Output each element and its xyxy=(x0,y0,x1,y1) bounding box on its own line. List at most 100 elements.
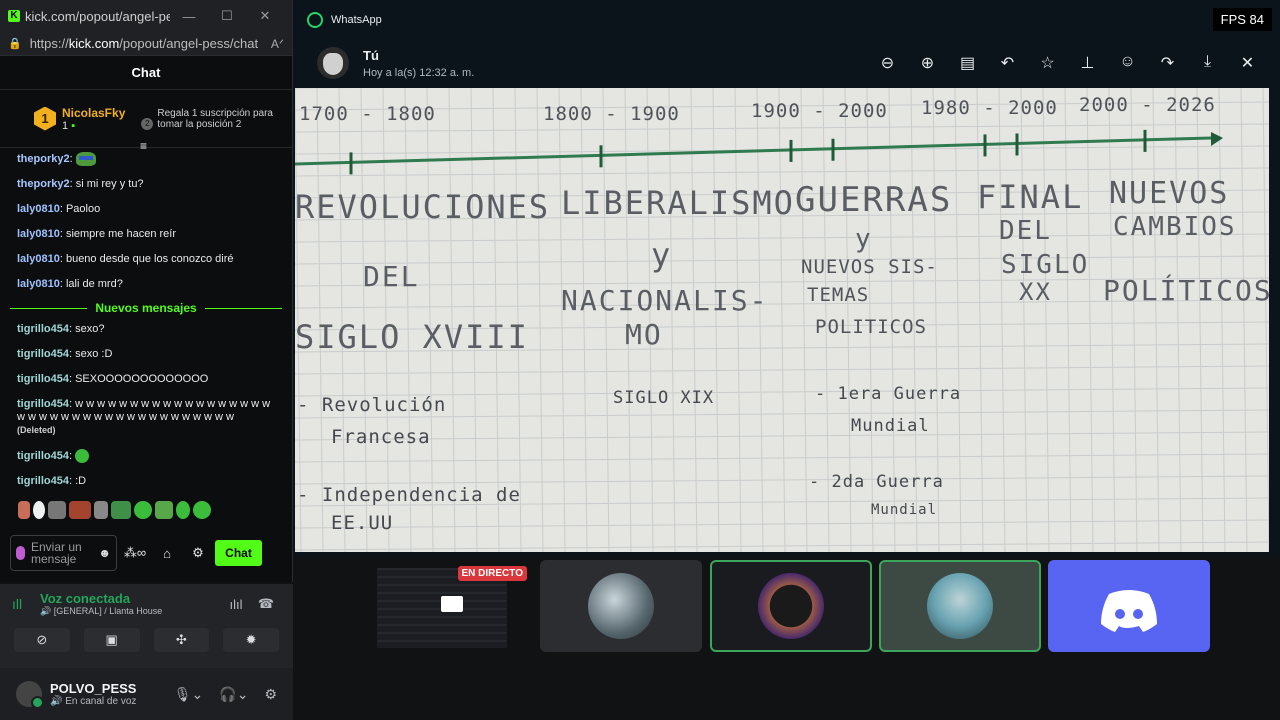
chat-username[interactable]: tigrillo454 xyxy=(17,450,69,462)
chat-username[interactable]: tigrillo454 xyxy=(17,373,69,385)
voice-channel[interactable]: 🔊 [GENERAL] / Llanta House xyxy=(40,606,221,617)
chat-username[interactable]: tigrillo454 xyxy=(17,398,69,410)
activities-button[interactable]: ✣ xyxy=(153,628,210,652)
heading-text: TEMAS xyxy=(807,284,870,306)
screen-share-tile[interactable]: EN DIRECTO xyxy=(371,560,533,652)
signal-icon[interactable]: ıll xyxy=(12,596,32,612)
emote-icon[interactable] xyxy=(18,501,30,519)
emote-icon[interactable] xyxy=(111,501,131,519)
whatsapp-logo-icon xyxy=(307,12,323,28)
star-icon[interactable]: ☆ xyxy=(1037,53,1058,73)
store-icon[interactable]: ⌂ xyxy=(153,546,181,561)
emote-icon[interactable] xyxy=(48,501,66,519)
user-settings-icon[interactable]: ⚙ xyxy=(264,686,277,703)
noise-suppression-icon[interactable]: ılıl xyxy=(221,597,251,612)
url-text[interactable]: https://kick.com/popout/angel-pess/chat xyxy=(30,36,271,51)
heading-text: y xyxy=(651,236,673,274)
emote-icon[interactable] xyxy=(69,501,91,519)
live-badge: EN DIRECTO xyxy=(457,566,527,581)
reader-mode-icon[interactable]: Aᐟ xyxy=(271,37,284,51)
close-icon[interactable]: ✕ xyxy=(246,8,284,24)
chat-text: SEXOOOOOOOOOOOOO xyxy=(75,373,209,385)
emote-icon[interactable] xyxy=(33,501,45,519)
chat-text: si mi rey y tu? xyxy=(75,178,144,190)
viewer-header: Tú Hoy a la(s) 12:32 a. m. ⊖ ⊕ ▤ ↶ ☆ ⊥ ☺… xyxy=(293,40,1280,86)
settings-icon[interactable]: ⚙ xyxy=(181,545,215,561)
reply-icon[interactable]: ↶ xyxy=(997,53,1018,73)
close-icon[interactable]: ✕ xyxy=(1237,53,1258,73)
chat-username[interactable]: laly0810 xyxy=(17,253,60,265)
chat-username[interactable]: theporky2 xyxy=(17,153,70,165)
lock-icon: 🔒 xyxy=(8,38,22,50)
download-icon[interactable]: ⤓ xyxy=(1197,53,1218,73)
participant-tile[interactable] xyxy=(540,560,702,652)
heading-text: NUEVOS SIS- xyxy=(801,256,938,278)
emote-icon[interactable] xyxy=(94,501,108,519)
chat-username[interactable]: laly0810 xyxy=(17,203,60,215)
chat-username[interactable]: tigrillo454 xyxy=(17,475,69,487)
emote-icon[interactable] xyxy=(193,501,211,519)
go-to-message-icon[interactable]: ▤ xyxy=(957,53,978,73)
soundboard-button[interactable]: ✹ xyxy=(223,628,279,652)
whatsapp-titlebar: WhatsApp — ☐ xyxy=(293,0,1280,40)
chat-input-row: Enviar un mensaje ☻ ⁂∞ ⌂ ⚙ Chat xyxy=(10,535,286,571)
chat-username[interactable]: theporky2 xyxy=(17,178,70,190)
participant-tile[interactable] xyxy=(710,560,872,652)
chat-username[interactable]: tigrillo454 xyxy=(17,323,69,335)
heading-text: MO xyxy=(625,318,663,351)
discord-tile[interactable] xyxy=(1048,560,1210,652)
camera-off-button[interactable]: ⊘ xyxy=(14,628,70,652)
voice-status[interactable]: Voz conectada xyxy=(40,591,221,606)
chat-message: laly0810: lali de mrd? xyxy=(17,278,123,290)
emoji-icon[interactable]: ☻ xyxy=(98,546,111,560)
emote-icon[interactable] xyxy=(155,501,173,519)
chat-message: theporky2: si mi rey y tu? xyxy=(17,178,144,190)
discord-voice-panel: ıll Voz conectada 🔊 [GENERAL] / Llanta H… xyxy=(0,584,293,720)
chat-message: tigrillo454: w w w w w w w w w w w w w w… xyxy=(17,398,271,435)
kick-chat-window: K kick.com/popout/angel-pes... — ☐ ✕ 🔒 h… xyxy=(0,0,293,582)
collapse-pin-icon[interactable]: ≡ xyxy=(140,139,147,153)
avatar xyxy=(588,573,654,639)
chat-message: laly0810: Paoloo xyxy=(17,203,101,215)
maximize-icon[interactable]: ☐ xyxy=(208,8,246,24)
gift-icon: ▪ xyxy=(71,119,76,132)
pin-icon[interactable]: ⊥ xyxy=(1077,53,1098,73)
avatar[interactable] xyxy=(317,47,349,79)
user-name[interactable]: POLVO_PESS xyxy=(50,681,136,696)
chat-username[interactable]: tigrillo454 xyxy=(17,348,69,360)
headphones-icon[interactable]: 🎧⌄ xyxy=(219,686,248,703)
top-gifter-name[interactable]: NicolasFky xyxy=(62,106,125,120)
heading-text: CAMBIOS xyxy=(1113,212,1237,242)
microphone-icon[interactable]: 🎙⌄ xyxy=(174,686,204,703)
chat-username[interactable]: laly0810 xyxy=(17,278,60,290)
sender-name[interactable]: Tú xyxy=(363,48,474,63)
avatar[interactable] xyxy=(16,681,44,709)
infinity-icon[interactable]: ⁂∞ xyxy=(117,545,153,561)
zoom-out-icon[interactable]: ⊖ xyxy=(877,53,898,73)
forward-icon[interactable]: ↷ xyxy=(1157,53,1178,73)
zoom-in-icon[interactable]: ⊕ xyxy=(917,53,938,73)
screen-share-button[interactable]: ▣ xyxy=(83,628,140,652)
heading-text: DEL xyxy=(999,216,1052,246)
participant-tile[interactable] xyxy=(879,560,1041,652)
heading-text: FINAL xyxy=(977,178,1084,216)
heading-text: SIGLO xyxy=(1001,250,1090,280)
notebook-photo[interactable]: 1700 - 1800 1800 - 1900 1900 - 2000 1980… xyxy=(295,88,1269,552)
chat-input[interactable]: Enviar un mensaje ☻ xyxy=(10,535,117,571)
address-bar[interactable]: 🔒 https://kick.com/popout/angel-pess/cha… xyxy=(0,32,292,56)
chat-username[interactable]: laly0810 xyxy=(17,228,60,240)
react-icon[interactable]: ☺ xyxy=(1117,53,1138,73)
chat-text: sexo? xyxy=(75,323,105,335)
top-gifter-count: 1 xyxy=(62,119,69,132)
emote-icon[interactable] xyxy=(134,501,152,519)
chat-text: siempre me hacen reír xyxy=(65,228,176,240)
user-status: 🔊 En canal de voz xyxy=(50,696,137,707)
emote-icon[interactable] xyxy=(176,501,190,519)
gift-promo[interactable]: 2 Regala 1 suscripción para tomar la pos… xyxy=(141,108,275,130)
note-text: Mundial xyxy=(851,416,930,436)
chat-send-button[interactable]: Chat xyxy=(215,540,262,566)
disconnect-icon[interactable]: ☎ xyxy=(251,596,281,612)
period-label: 1900 - 2000 xyxy=(751,100,888,122)
mic-icon xyxy=(16,546,25,560)
minimize-icon[interactable]: — xyxy=(170,9,208,24)
